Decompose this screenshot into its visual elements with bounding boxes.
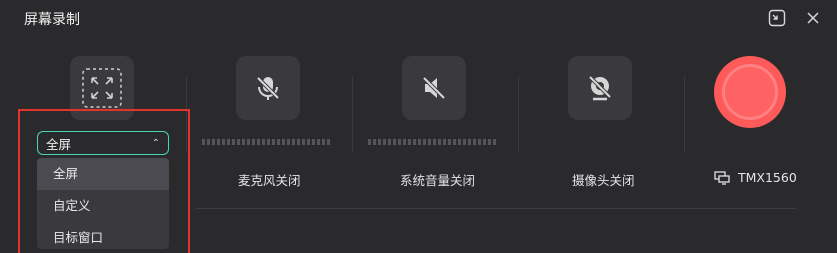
meter-tick bbox=[493, 139, 496, 145]
meter-tick bbox=[408, 139, 411, 145]
meter-tick bbox=[428, 139, 431, 145]
close-icon bbox=[807, 12, 819, 24]
output-device-selector[interactable]: TMX1560 bbox=[714, 170, 797, 185]
meter-tick bbox=[368, 139, 371, 145]
meter-tick bbox=[433, 139, 436, 145]
system-audio-toggle[interactable] bbox=[402, 56, 466, 120]
speaker-off-icon bbox=[422, 76, 446, 100]
divider bbox=[352, 76, 353, 152]
meter-tick bbox=[317, 139, 320, 145]
meter-tick bbox=[232, 139, 235, 145]
meter-tick bbox=[413, 139, 416, 145]
microphone-label: 麦克风关闭 bbox=[238, 173, 301, 188]
microphone-level-meter bbox=[202, 139, 330, 145]
menu-item-fullscreen[interactable]: 全屏 bbox=[37, 158, 169, 190]
meter-tick bbox=[458, 139, 461, 145]
meter-tick bbox=[418, 139, 421, 145]
menu-item-target-window[interactable]: 目标窗口 bbox=[37, 222, 169, 249]
capture-area-menu: 全屏 自定义 目标窗口 bbox=[37, 158, 169, 249]
meter-tick bbox=[393, 139, 396, 145]
meter-tick bbox=[252, 139, 255, 145]
fullscreen-region-icon bbox=[82, 68, 122, 108]
meter-tick bbox=[242, 139, 245, 145]
meter-tick bbox=[378, 139, 381, 145]
meter-tick bbox=[327, 139, 330, 145]
system-audio-level-meter bbox=[368, 139, 496, 145]
device-name: TMX1560 bbox=[738, 170, 797, 185]
record-button[interactable] bbox=[714, 56, 786, 128]
window-title: 屏幕录制 bbox=[24, 12, 80, 28]
restore-window-icon bbox=[768, 9, 786, 27]
meter-tick bbox=[307, 139, 310, 145]
meter-tick bbox=[217, 139, 220, 145]
close-button[interactable] bbox=[800, 6, 826, 30]
meter-tick bbox=[448, 139, 451, 145]
camera-off-icon bbox=[588, 75, 612, 101]
meter-tick bbox=[222, 139, 225, 145]
meter-tick bbox=[398, 139, 401, 145]
divider bbox=[518, 76, 519, 152]
meter-tick bbox=[292, 139, 295, 145]
meter-tick bbox=[202, 139, 205, 145]
chevron-up-icon: ⌃ bbox=[151, 137, 160, 149]
capture-area-selected-value: 全屏 bbox=[46, 136, 72, 152]
meter-tick bbox=[423, 139, 426, 145]
monitor-icon bbox=[714, 170, 730, 185]
meter-tick bbox=[237, 139, 240, 145]
meter-tick bbox=[403, 139, 406, 145]
meter-tick bbox=[297, 139, 300, 145]
meter-tick bbox=[277, 139, 280, 145]
title-bar: 屏幕录制 bbox=[0, 0, 837, 38]
meter-tick bbox=[383, 139, 386, 145]
capture-area-select[interactable]: 全屏 ⌃ bbox=[37, 131, 169, 155]
meter-tick bbox=[373, 139, 376, 145]
microphone-toggle[interactable] bbox=[236, 56, 300, 120]
meter-tick bbox=[388, 139, 391, 145]
meter-tick bbox=[463, 139, 466, 145]
microphone-off-icon bbox=[256, 76, 280, 100]
camera-label: 摄像头关闭 bbox=[572, 173, 635, 188]
meter-tick bbox=[272, 139, 275, 145]
meter-tick bbox=[312, 139, 315, 145]
meter-tick bbox=[257, 139, 260, 145]
meter-tick bbox=[287, 139, 290, 145]
meter-tick bbox=[453, 139, 456, 145]
menu-item-custom[interactable]: 自定义 bbox=[37, 190, 169, 222]
meter-tick bbox=[438, 139, 441, 145]
camera-toggle[interactable] bbox=[568, 56, 632, 120]
meter-tick bbox=[212, 139, 215, 145]
divider bbox=[684, 76, 685, 152]
meter-tick bbox=[478, 139, 481, 145]
meter-tick bbox=[282, 139, 285, 145]
divider bbox=[196, 208, 796, 209]
meter-tick bbox=[207, 139, 210, 145]
window-mode-button[interactable] bbox=[764, 6, 790, 30]
meter-tick bbox=[302, 139, 305, 145]
meter-tick bbox=[267, 139, 270, 145]
meter-tick bbox=[473, 139, 476, 145]
meter-tick bbox=[262, 139, 265, 145]
meter-tick bbox=[227, 139, 230, 145]
meter-tick bbox=[468, 139, 471, 145]
meter-tick bbox=[488, 139, 491, 145]
record-icon bbox=[722, 64, 778, 120]
screen-recorder-panel: 屏幕录制 麦克风关闭 系统音量关闭 摄像头关闭 TMX1560 全屏 ⌃ 全屏 … bbox=[0, 0, 837, 253]
meter-tick bbox=[322, 139, 325, 145]
system-audio-label: 系统音量关闭 bbox=[400, 173, 476, 188]
meter-tick bbox=[443, 139, 446, 145]
meter-tick bbox=[483, 139, 486, 145]
meter-tick bbox=[247, 139, 250, 145]
